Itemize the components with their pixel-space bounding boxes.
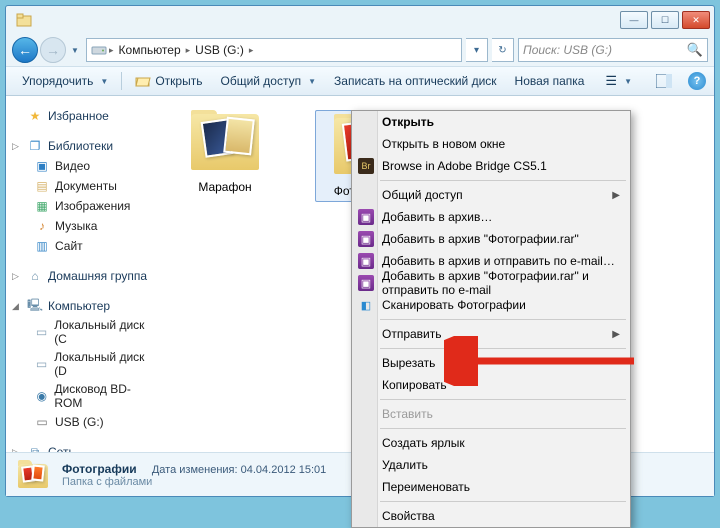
bridge-icon: Br	[358, 158, 374, 174]
nav-usb[interactable]: ▭USB (G:)	[6, 412, 161, 432]
ctx-add-rar[interactable]: ▣Добавить в архив "Фотографии.rar"	[352, 228, 630, 250]
nav-computer[interactable]: ◢🖳Компьютер	[6, 296, 161, 316]
crumb-computer[interactable]: Компьютер	[116, 43, 184, 57]
ctx-delete[interactable]: Удалить	[352, 454, 630, 476]
details-mod-label: Дата изменения:	[152, 464, 238, 476]
search-placeholder: Поиск: USB (G:)	[523, 43, 612, 57]
submenu-arrow-icon: ▶	[612, 329, 620, 340]
ctx-rename[interactable]: Переименовать	[352, 476, 630, 498]
star-icon: ★	[27, 108, 43, 124]
context-menu: Открыть Открыть в новом окне BrBrowse in…	[351, 110, 631, 528]
open-button[interactable]: Открыть	[127, 70, 210, 92]
ctx-paste: Вставить	[352, 403, 630, 425]
window-controls: — ☐ ✕	[620, 11, 710, 29]
forward-button[interactable]: →	[40, 37, 66, 63]
documents-icon: ▤	[34, 178, 50, 194]
nav-history-drop[interactable]: ▼	[68, 41, 82, 59]
ctx-properties[interactable]: Свойства	[352, 505, 630, 527]
details-type: Папка с файлами	[62, 476, 152, 488]
rar-icon: ▣	[358, 231, 374, 247]
nav-favorites[interactable]: ★Избранное	[6, 106, 161, 126]
library-icon: ❐	[27, 138, 43, 154]
site-icon: ▥	[34, 238, 50, 254]
hdd-icon: ▭	[34, 356, 49, 372]
breadcrumb-dropdown[interactable]: ▾	[466, 38, 488, 62]
search-icon: 🔍	[687, 42, 703, 58]
nav-libraries[interactable]: ▷❐Библиотеки	[6, 136, 161, 156]
crumb-usb[interactable]: USB (G:)	[192, 43, 247, 57]
share-button[interactable]: Общий доступ▼	[212, 71, 324, 91]
hdd-icon: ▭	[34, 324, 49, 340]
folder-label: Марафон	[175, 180, 275, 194]
nav-pane[interactable]: ★Избранное ▷❐Библиотеки ▣Видео ▤Документ…	[6, 96, 161, 452]
organize-button[interactable]: Упорядочить▼	[14, 71, 116, 91]
nav-network[interactable]: ▷⧉Сеть	[6, 442, 161, 452]
rar-icon: ▣	[358, 275, 374, 291]
nav-documents[interactable]: ▤Документы	[6, 176, 161, 196]
ctx-send-to[interactable]: Отправить▶	[352, 323, 630, 345]
toolbar: Упорядочить▼ Открыть Общий доступ▼ Запис…	[6, 66, 714, 96]
details-name: Фотографии	[62, 462, 137, 476]
pictures-icon: ▦	[34, 198, 50, 214]
ctx-browse-bridge[interactable]: BrBrowse in Adobe Bridge CS5.1	[352, 155, 630, 177]
ctx-open[interactable]: Открыть	[352, 111, 630, 133]
window-icon	[16, 12, 32, 28]
titlebar: — ☐ ✕	[6, 6, 714, 34]
submenu-arrow-icon: ▶	[612, 190, 620, 201]
nav-pictures[interactable]: ▦Изображения	[6, 196, 161, 216]
nav-homegroup[interactable]: ▷⌂Домашняя группа	[6, 266, 161, 286]
breadcrumb[interactable]: ▸ Компьютер ▸ USB (G:) ▸	[86, 38, 462, 62]
bdrom-icon: ◉	[34, 388, 49, 404]
ctx-open-new-window[interactable]: Открыть в новом окне	[352, 133, 630, 155]
explorer-window: — ☐ ✕ ← → ▼ ▸ Компьютер ▸ USB (G:) ▸ ▾ ↻…	[5, 5, 715, 497]
music-icon: ♪	[34, 218, 50, 234]
rar-icon: ▣	[358, 253, 374, 269]
nav-music[interactable]: ♪Музыка	[6, 216, 161, 236]
folder-marathon[interactable]: Марафон	[175, 110, 275, 194]
nav-video[interactable]: ▣Видео	[6, 156, 161, 176]
ctx-add-rar-email[interactable]: ▣Добавить в архив "Фотографии.rar" и отп…	[352, 272, 630, 294]
ctx-copy[interactable]: Копировать	[352, 374, 630, 396]
rar-icon: ▣	[358, 209, 374, 225]
ctx-create-shortcut[interactable]: Создать ярлык	[352, 432, 630, 454]
view-button[interactable]: ☰▼	[597, 70, 640, 92]
ctx-add-archive[interactable]: ▣Добавить в архив…	[352, 206, 630, 228]
maximize-button[interactable]: ☐	[651, 11, 679, 29]
homegroup-icon: ⌂	[27, 268, 43, 284]
ctx-cut[interactable]: Вырезать	[352, 352, 630, 374]
drive-icon	[91, 42, 107, 58]
details-meta: Фотографии Дата изменения: 04.04.2012 15…	[62, 462, 326, 488]
nav-site[interactable]: ▥Сайт	[6, 236, 161, 256]
address-bar: ← → ▼ ▸ Компьютер ▸ USB (G:) ▸ ▾ ↻ Поиск…	[6, 34, 714, 66]
ctx-share[interactable]: Общий доступ▶	[352, 184, 630, 206]
ctx-scan[interactable]: ◧Сканировать Фотографии	[352, 294, 630, 316]
open-icon	[135, 73, 151, 89]
usb-icon: ▭	[34, 414, 50, 430]
computer-icon: 🖳	[27, 298, 43, 314]
help-button[interactable]: ?	[688, 72, 706, 90]
scan-icon: ◧	[358, 297, 374, 313]
minimize-button[interactable]: —	[620, 11, 648, 29]
nav-bdrom[interactable]: ◉Дисковод BD-ROM	[6, 380, 161, 412]
burn-button[interactable]: Записать на оптический диск	[326, 71, 505, 91]
details-thumb	[16, 460, 50, 490]
network-icon: ⧉	[27, 444, 43, 452]
new-folder-button[interactable]: Новая папка	[507, 71, 593, 91]
video-icon: ▣	[34, 158, 50, 174]
nav-local-d[interactable]: ▭Локальный диск (D	[6, 348, 161, 380]
folder-icon	[185, 110, 265, 174]
search-input[interactable]: Поиск: USB (G:) 🔍	[518, 38, 708, 62]
refresh-button[interactable]: ↻	[492, 38, 514, 62]
preview-pane-button[interactable]	[648, 71, 680, 91]
back-button[interactable]: ←	[12, 37, 38, 63]
close-button[interactable]: ✕	[682, 11, 710, 29]
details-mod-value: 04.04.2012 15:01	[241, 464, 327, 476]
nav-local-c[interactable]: ▭Локальный диск (C	[6, 316, 161, 348]
